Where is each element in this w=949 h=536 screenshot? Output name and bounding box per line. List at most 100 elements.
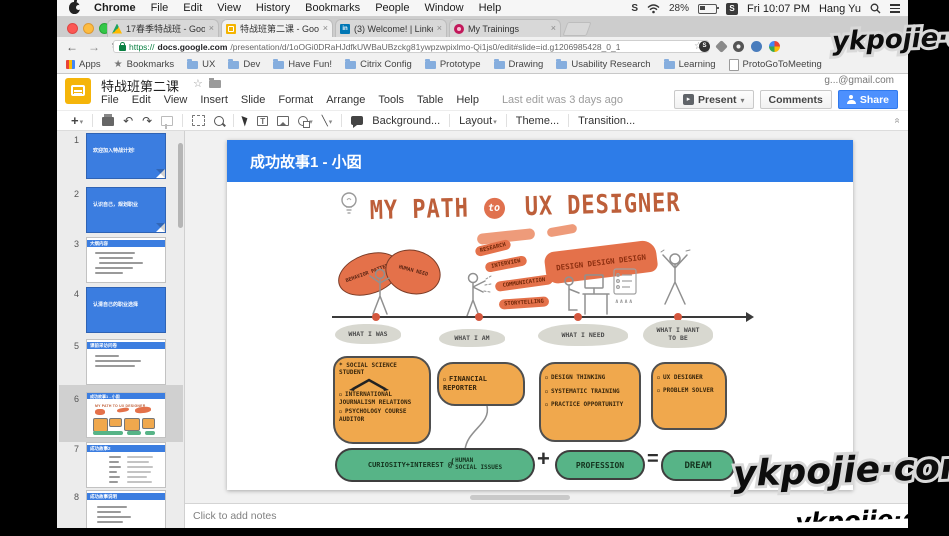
current-slide[interactable]: 成功故事1 - 小囡 MY PATH to UX DESIGNER BE: [227, 140, 853, 490]
bookmark-apps[interactable]: Apps: [66, 59, 101, 70]
menubar-username[interactable]: Hang Yu: [819, 3, 861, 15]
browser-tab-linkedin[interactable]: in (3) Welcome! | LinkedIn: [335, 19, 447, 37]
move-to-folder-icon[interactable]: [209, 80, 221, 88]
menu-arrange[interactable]: Arrange: [326, 94, 365, 106]
menubar-app-name[interactable]: Chrome: [94, 2, 136, 14]
menubar-item-help[interactable]: Help: [479, 2, 502, 14]
menubar-item-view[interactable]: View: [217, 2, 241, 14]
bookmark-folder-prototype[interactable]: Prototype: [425, 59, 481, 70]
insert-line-button[interactable]: [322, 115, 333, 127]
forward-button[interactable]: [87, 40, 101, 54]
menu-slide[interactable]: Slide: [241, 94, 265, 106]
collapse-toolbar-icon[interactable]: [892, 118, 903, 124]
menubar-item-window[interactable]: Window: [424, 2, 463, 14]
paint-format-icon[interactable]: [161, 116, 173, 126]
tab-close-icon[interactable]: [323, 24, 328, 33]
text-box-icon[interactable]: T: [257, 116, 268, 126]
insert-image-icon[interactable]: [277, 116, 289, 126]
menubar-item-bookmarks[interactable]: Bookmarks: [305, 2, 360, 14]
menubar-item-people[interactable]: People: [375, 2, 409, 14]
zoom-to-fit-icon[interactable]: [192, 115, 205, 126]
menu-table[interactable]: Table: [417, 94, 443, 106]
back-button[interactable]: [65, 40, 79, 54]
undo-icon[interactable]: [123, 114, 133, 128]
menu-tools[interactable]: Tools: [378, 94, 404, 106]
bookmark-folder-dev[interactable]: Dev: [228, 59, 260, 70]
slide-thumbnail[interactable]: 大纲内容: [87, 238, 165, 282]
bookmark-folder-learning[interactable]: Learning: [664, 59, 716, 70]
menubar-item-history[interactable]: History: [256, 2, 290, 14]
spotlight-search-icon[interactable]: [870, 3, 881, 14]
extension-icon-3[interactable]: [733, 41, 744, 52]
menu-help[interactable]: Help: [456, 94, 479, 106]
status-app-icon[interactable]: S: [726, 3, 738, 15]
slide-thumbnail[interactable]: 欢迎加入特战计划!: [87, 134, 165, 178]
new-tab-button[interactable]: [562, 22, 591, 36]
input-source-icon[interactable]: S: [631, 3, 638, 14]
address-bar[interactable]: https:// docs.google.com /presentation/d…: [113, 40, 709, 53]
insert-comment-icon[interactable]: [351, 116, 363, 125]
tab-close-icon[interactable]: [209, 24, 214, 33]
select-tool-icon[interactable]: [242, 114, 250, 126]
menu-file[interactable]: File: [101, 94, 119, 106]
menu-format[interactable]: Format: [278, 94, 313, 106]
menu-edit[interactable]: Edit: [132, 94, 151, 106]
last-edit-status[interactable]: Last edit was 3 days ago: [502, 94, 623, 106]
bookmark-folder-drawing[interactable]: Drawing: [494, 59, 544, 70]
menu-insert[interactable]: Insert: [200, 94, 228, 106]
slide-thumbnail[interactable]: 成功故事1 - 小囡 MY PATH TO UX DESIGNER: [87, 393, 165, 437]
bookmark-bookmarks[interactable]: Bookmarks: [114, 59, 174, 70]
background-button[interactable]: Background...: [372, 115, 440, 127]
browser-tab-slides[interactable]: 特战班第二课 - Google Sli: [221, 19, 333, 37]
slide-thumbnail[interactable]: 成功故事说明: [87, 491, 165, 528]
extension-icon-2[interactable]: [715, 40, 728, 53]
extension-icon-5[interactable]: [769, 41, 780, 52]
menubar-item-file[interactable]: File: [151, 2, 169, 14]
bookmark-folder-citrix[interactable]: Citrix Config: [345, 59, 412, 70]
slide-title-bar[interactable]: 成功故事1 - 小囡: [227, 140, 853, 182]
document-title[interactable]: 特战班第二课: [101, 76, 179, 95]
layout-button[interactable]: Layout: [459, 115, 497, 127]
apple-menu-icon[interactable]: [69, 2, 80, 14]
browser-tab-drive[interactable]: 17春季特战班 - Google Dri: [107, 19, 219, 37]
slide-thumbnail[interactable]: 成功故事2: [87, 443, 165, 487]
slide-thumbnail[interactable]: 认识自己，规划职业: [87, 188, 165, 232]
horizontal-scrollbar[interactable]: [470, 495, 570, 500]
transition-button[interactable]: Transition...: [578, 115, 635, 127]
zoom-icon[interactable]: [214, 116, 224, 126]
new-slide-button[interactable]: [71, 113, 83, 128]
bookmark-protogotomeeting[interactable]: ProtoGoToMeeting: [729, 59, 822, 71]
bookmark-folder-usability[interactable]: Usability Research: [556, 59, 650, 70]
bookmark-folder-ux[interactable]: UX: [187, 59, 215, 70]
star-document-icon[interactable]: [193, 77, 203, 90]
print-icon[interactable]: [102, 117, 114, 126]
account-email[interactable]: g...@gmail.com: [824, 75, 894, 86]
theme-button[interactable]: Theme...: [516, 115, 559, 127]
share-button[interactable]: Share: [838, 90, 898, 109]
insert-shape-button[interactable]: [298, 115, 313, 127]
menu-view[interactable]: View: [164, 94, 188, 106]
extension-icon-1[interactable]: S: [699, 41, 710, 52]
minimize-window-button[interactable]: [83, 23, 94, 34]
wifi-icon[interactable]: [647, 4, 660, 14]
redo-icon[interactable]: [142, 114, 152, 128]
google-slides-logo[interactable]: [65, 78, 91, 104]
present-button[interactable]: Present: [674, 90, 754, 109]
chevron-down-icon[interactable]: [741, 94, 745, 106]
timeline-dot: [372, 313, 380, 321]
comments-button[interactable]: Comments: [760, 90, 832, 109]
extension-icon-4[interactable]: [751, 41, 762, 52]
tab-close-icon[interactable]: [551, 24, 556, 33]
slide-thumbnail[interactable]: 课前采访问卷: [87, 340, 165, 384]
menubar-clock[interactable]: Fri 10:07 PM: [747, 3, 810, 15]
bookmark-folder-havefun[interactable]: Have Fun!: [273, 59, 332, 70]
close-window-button[interactable]: [67, 23, 78, 34]
slide-thumbnail[interactable]: 认清自己的职业选择: [87, 288, 165, 332]
folder-icon: [228, 61, 239, 69]
tab-close-icon[interactable]: [437, 24, 442, 33]
browser-tab-trainings[interactable]: My Trainings: [449, 19, 561, 37]
menubar-item-edit[interactable]: Edit: [183, 2, 202, 14]
filmstrip-scrollbar[interactable]: [178, 143, 183, 228]
notification-center-icon[interactable]: [890, 4, 900, 13]
battery-icon[interactable]: [698, 4, 717, 14]
